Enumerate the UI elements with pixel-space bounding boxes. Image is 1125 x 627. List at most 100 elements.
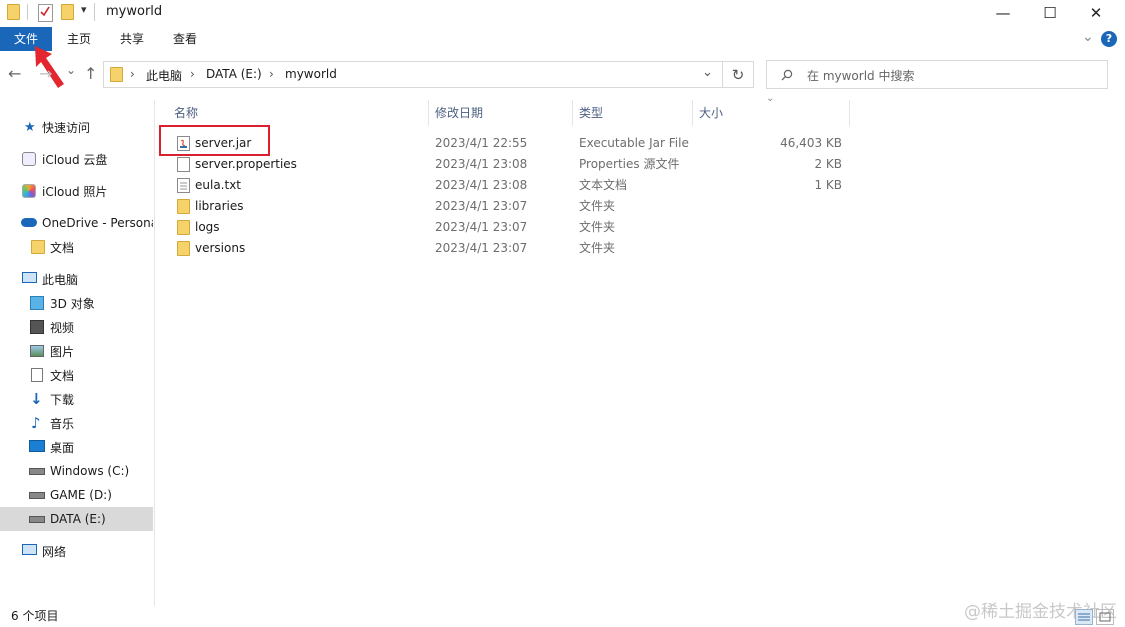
forward-button[interactable]: →: [39, 64, 52, 83]
refresh-button[interactable]: ↻: [722, 61, 754, 88]
sidebar-item-desktop[interactable]: 桌面: [0, 435, 153, 459]
file-date: 2023/4/1 22:55: [435, 136, 528, 150]
sidebar-item-drive-c[interactable]: Windows (C:): [0, 459, 153, 483]
column-separator[interactable]: [692, 100, 693, 126]
folder-icon: [7, 4, 20, 20]
sidebar-item-3d-objects[interactable]: 3D 对象: [0, 291, 153, 315]
minimize-button[interactable]: —: [980, 0, 1026, 26]
file-type: 文件夹: [579, 241, 616, 255]
address-dropdown-icon[interactable]: ⌄: [702, 65, 713, 80]
ribbon-tabs: 文件 主页 共享 查看 ⌄ ?: [0, 27, 1125, 51]
desktop-icon: [29, 440, 45, 452]
file-date: 2023/4/1 23:08: [435, 157, 528, 171]
file-name: libraries: [195, 199, 244, 213]
properties-icon[interactable]: [38, 4, 53, 22]
file-row[interactable]: libraries 2023/4/1 23:07 文件夹: [170, 196, 850, 217]
cube-icon: [30, 296, 44, 310]
sidebar-item-music[interactable]: ♪ 音乐: [0, 411, 153, 435]
highlight-annotation-box: [159, 125, 270, 156]
file-type: Executable Jar File: [579, 136, 689, 150]
file-row[interactable]: server.properties 2023/4/1 23:08 Propert…: [170, 154, 850, 175]
breadcrumb-myworld[interactable]: myworld: [285, 67, 337, 81]
documents-icon: [31, 368, 43, 382]
sidebar-item-label: GAME (D:): [50, 488, 112, 502]
window-title: myworld: [106, 4, 163, 19]
sidebar-item-downloads[interactable]: ↓ 下载: [0, 387, 153, 411]
ribbon-expand-icon[interactable]: ⌄: [1082, 29, 1094, 45]
file-date: 2023/4/1 23:07: [435, 241, 528, 255]
sidebar-item-label: Windows (C:): [50, 464, 130, 478]
folder-icon: [177, 220, 190, 235]
folder-icon: [177, 241, 190, 256]
sidebar-item-pictures[interactable]: 图片: [0, 339, 153, 363]
tab-share[interactable]: 共享: [113, 27, 151, 51]
drive-icon: [29, 516, 45, 523]
sidebar-item-videos[interactable]: 视频: [0, 315, 153, 339]
drive-icon: [29, 492, 45, 499]
column-header-size[interactable]: 大小: [699, 100, 723, 126]
watermark: @稀土掘金技术社区: [964, 602, 1117, 622]
search-input[interactable]: 在 myworld 中搜索: [766, 60, 1108, 89]
computer-icon: [22, 272, 37, 283]
sidebar-item-this-pc[interactable]: 此电脑: [0, 267, 153, 291]
breadcrumb-data-drive[interactable]: DATA (E:): [206, 67, 262, 81]
file-date: 2023/4/1 23:07: [435, 220, 528, 234]
sidebar-item-label: 音乐: [50, 416, 75, 431]
address-bar[interactable]: › 此电脑 › DATA (E:) › myworld ⌄: [103, 61, 723, 88]
up-button[interactable]: ↑: [84, 64, 97, 83]
sidebar-item-drive-e[interactable]: DATA (E:): [0, 507, 153, 531]
large-icons-view-button[interactable]: [1096, 609, 1114, 625]
file-row[interactable]: logs 2023/4/1 23:07 文件夹: [170, 217, 850, 238]
file-type: 文件夹: [579, 199, 616, 213]
onedrive-icon: [21, 218, 37, 227]
folder-icon: [177, 199, 190, 214]
folder-icon: [110, 67, 123, 82]
file-size: 2 KB: [814, 157, 842, 171]
breadcrumb-separator: ›: [190, 67, 195, 81]
file-row[interactable]: versions 2023/4/1 23:07 文件夹: [170, 238, 850, 259]
sidebar-item-label: 3D 对象: [50, 296, 95, 311]
column-header-date[interactable]: 修改日期: [435, 100, 483, 126]
sidebar-item-label: DATA (E:): [50, 512, 106, 526]
file-name: server.properties: [195, 157, 297, 171]
sidebar-item-icloud-photos[interactable]: iCloud 照片: [0, 179, 153, 203]
sidebar-item-documents[interactable]: 文档: [0, 363, 153, 387]
star-icon: ★: [24, 119, 36, 135]
divider: [94, 3, 95, 21]
sidebar-item-label: 网络: [42, 544, 67, 559]
file-row[interactable]: eula.txt 2023/4/1 23:08 文本文档 1 KB: [170, 175, 850, 196]
file-row[interactable]: server.jar 2023/4/1 22:55 Executable Jar…: [170, 133, 850, 154]
sidebar-item-quick-access[interactable]: ★ 快速访问: [0, 115, 153, 139]
sidebar-item-label: 此电脑: [42, 272, 79, 287]
file-name: versions: [195, 241, 246, 255]
search-placeholder: 在 myworld 中搜索: [807, 69, 915, 83]
sidebar-item-label: 下载: [50, 392, 75, 407]
sidebar-item-network[interactable]: 网络: [0, 539, 153, 563]
new-folder-icon[interactable]: [61, 4, 74, 20]
file-name: logs: [195, 220, 220, 234]
tab-view[interactable]: 查看: [166, 27, 204, 51]
column-separator[interactable]: [572, 100, 573, 126]
column-header-type[interactable]: 类型: [579, 100, 603, 126]
back-button[interactable]: ←: [8, 64, 21, 83]
recent-locations-icon[interactable]: ⌄: [66, 63, 76, 77]
file-type: 文本文档: [579, 178, 628, 192]
details-view-button[interactable]: [1075, 609, 1093, 625]
maximize-button[interactable]: ☐: [1027, 0, 1073, 26]
sidebar-item-onedrive-documents[interactable]: 文档: [0, 235, 153, 259]
column-separator[interactable]: [428, 100, 429, 126]
sidebar-item-drive-d[interactable]: GAME (D:): [0, 483, 153, 507]
close-button[interactable]: ✕: [1073, 0, 1119, 26]
sidebar-item-label: 图片: [50, 344, 75, 359]
customize-quick-access-icon[interactable]: ▾: [81, 3, 87, 16]
column-separator[interactable]: [849, 100, 850, 126]
column-header-name[interactable]: 名称: [174, 100, 198, 126]
pane-divider[interactable]: [154, 100, 155, 606]
sidebar-item-icloud-drive[interactable]: iCloud 云盘: [0, 147, 153, 171]
video-icon: [30, 320, 44, 334]
breadcrumb-this-pc[interactable]: 此电脑: [146, 67, 182, 84]
sidebar-item-label: 视频: [50, 320, 75, 335]
sidebar-item-label: 文档: [50, 240, 75, 255]
help-icon[interactable]: ?: [1101, 31, 1117, 47]
sidebar-item-onedrive[interactable]: OneDrive - Persona: [0, 211, 153, 235]
